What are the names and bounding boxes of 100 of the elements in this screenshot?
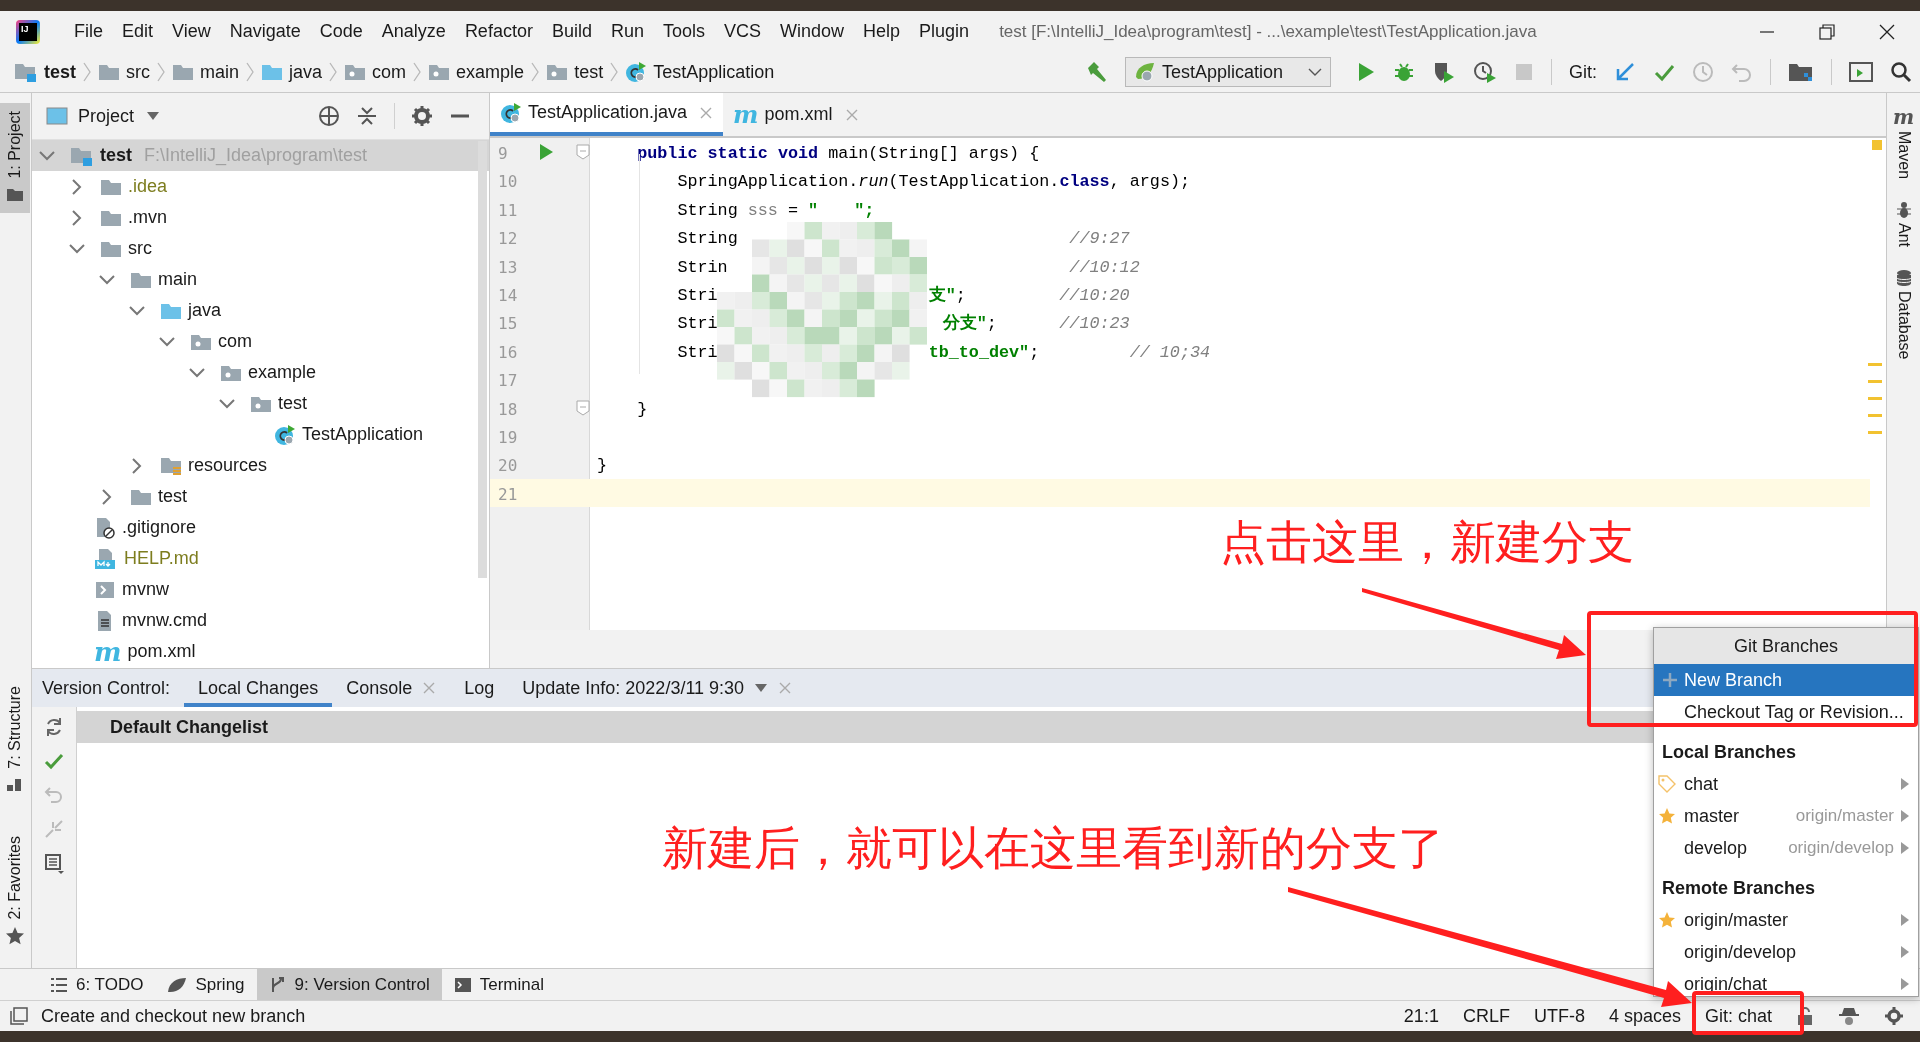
crosshair-icon[interactable] (318, 105, 340, 127)
tree-item[interactable]: test (32, 481, 489, 512)
menu-item[interactable]: Analyze (381, 18, 446, 45)
tool-window-tab[interactable]: 2: Favorites (0, 828, 30, 954)
editor-tab[interactable]: m pom.xml (723, 93, 869, 136)
profiler-icon[interactable] (1473, 60, 1497, 84)
tool-window-button[interactable]: Spring (155, 969, 257, 1000)
status-bar-item[interactable]: UTF-8 (1533, 1002, 1585, 1030)
menu-item[interactable]: Run (610, 18, 644, 45)
tree-item[interactable]: src (32, 233, 489, 264)
menu-item[interactable]: Help (863, 18, 901, 45)
inspector-icon[interactable] (1838, 1006, 1860, 1026)
tree-item[interactable]: example (32, 357, 489, 388)
window-title: test [F:\IntelliJ_Idea\program\test] - ...\example\test\TestApplication.java (999, 20, 1537, 43)
tree-item[interactable]: test (32, 388, 489, 419)
status-bar-item[interactable]: CRLF (1462, 1002, 1510, 1030)
bug-icon[interactable] (1393, 61, 1415, 83)
editor-tab[interactable]: TestApplication.java (490, 93, 724, 136)
update-arrow-icon[interactable] (1614, 61, 1636, 83)
branch-item[interactable]: chat (1654, 768, 1918, 800)
breadcrumb-item[interactable]: src (126, 58, 150, 86)
revert-icon[interactable] (1731, 61, 1753, 83)
breadcrumb-item[interactable]: java (289, 58, 323, 86)
close-icon[interactable] (1878, 22, 1896, 41)
breadcrumb-item[interactable]: example (456, 58, 525, 86)
tool-window-tab[interactable]: Ant (1891, 201, 1916, 248)
search-icon[interactable] (1890, 61, 1912, 83)
changelist-icon[interactable] (44, 853, 64, 875)
status-toggle-icon[interactable] (10, 1007, 28, 1025)
fold-marker-icon[interactable] (576, 399, 590, 416)
fold-marker-icon[interactable] (576, 144, 590, 160)
branch-item[interactable]: origin/chat (1654, 968, 1918, 996)
branch-item[interactable]: origin/develop (1654, 936, 1918, 968)
leaf-icon (167, 975, 188, 994)
tree-item[interactable]: HELP.md (32, 543, 489, 574)
code-token: Strin (677, 256, 728, 279)
tool-window-tab[interactable]: 1: Project (0, 103, 30, 213)
tree-item[interactable]: com (32, 326, 489, 357)
breadcrumb-item[interactable]: test (574, 58, 604, 86)
terminal-window-icon[interactable] (1849, 61, 1873, 83)
panel-tab[interactable]: Update Info: 2022/3/11 9:30 (508, 669, 807, 707)
run-icon[interactable] (1356, 61, 1376, 83)
tree-item[interactable]: mvnw.cmd (32, 605, 489, 636)
panel-tab[interactable]: Console (332, 669, 451, 707)
status-bar-item[interactable]: 4 spaces (1608, 1002, 1681, 1030)
coverage-icon[interactable] (1432, 60, 1456, 84)
status-bar-item[interactable]: 21:1 (1403, 1002, 1439, 1030)
shelve-icon[interactable] (44, 819, 64, 839)
tree-item[interactable]: m pom.xml (32, 636, 489, 667)
menu-item[interactable]: View (172, 18, 211, 45)
code-token: String (677, 199, 738, 222)
run-gutter-icon[interactable] (538, 143, 554, 161)
menu-item[interactable]: Refactor (464, 18, 533, 45)
tool-window-tab[interactable]: m Maven (1891, 107, 1916, 180)
scrollbar-thumb[interactable] (478, 141, 487, 578)
menu-item[interactable]: Window (780, 18, 845, 45)
project-structure-icon[interactable] (1788, 61, 1814, 83)
run-configuration-dropdown[interactable]: TestApplication (1125, 57, 1331, 87)
project-view-dropdown[interactable]: Project (78, 102, 161, 130)
lock-icon[interactable] (1796, 1006, 1814, 1026)
panel-tab[interactable]: Log (450, 669, 509, 707)
breadcrumb-item[interactable]: com (372, 58, 407, 86)
menu-item[interactable]: Tools (662, 18, 705, 45)
branch-item[interactable]: develop origin/develop (1654, 832, 1918, 864)
tree-item[interactable]: java (32, 295, 489, 326)
breadcrumb-item[interactable]: TestApplication (653, 58, 775, 86)
tree-item[interactable]: TestApplication (32, 419, 489, 450)
settings-icon[interactable] (411, 105, 433, 127)
breadcrumb-item[interactable]: test (44, 58, 76, 86)
refresh-icon[interactable] (44, 717, 64, 737)
tree-item[interactable]: mvnw (32, 574, 489, 605)
menu-item[interactable]: Build (551, 18, 592, 45)
branch-item[interactable]: origin/master (1654, 904, 1918, 936)
restore-icon[interactable] (1818, 22, 1836, 41)
status-bar-item[interactable]: Git: chat (1704, 1002, 1772, 1030)
code-token: 支" (928, 284, 956, 307)
menu-item[interactable]: Navigate (229, 18, 301, 45)
menu-item[interactable]: Edit (122, 18, 154, 45)
menu-item[interactable]: File (74, 18, 103, 45)
panel-tab[interactable]: Local Changes (184, 669, 333, 707)
settings-icon[interactable] (1884, 1006, 1904, 1026)
tree-item[interactable]: resources (32, 450, 489, 481)
history-icon[interactable] (1692, 61, 1714, 83)
revert-icon[interactable] (44, 785, 64, 805)
menu-item[interactable]: VCS (724, 18, 761, 45)
tool-window-button[interactable]: Terminal (441, 969, 556, 1000)
tree-item[interactable]: .gitignore (32, 512, 489, 543)
tool-window-button[interactable]: 6: TODO (38, 969, 156, 1000)
tool-window-button[interactable]: 9: Version Control (256, 969, 442, 1000)
checkmark-icon[interactable] (44, 751, 64, 771)
menu-item[interactable]: Plugin (919, 18, 970, 45)
branch-item[interactable]: master origin/master (1654, 800, 1918, 832)
collapse-all-icon[interactable] (356, 105, 378, 127)
menu-item[interactable]: Code (319, 18, 363, 45)
tree-item[interactable]: .idea (32, 171, 489, 202)
breadcrumb-item[interactable]: main (200, 58, 240, 86)
tree-item[interactable]: main (32, 264, 489, 295)
tool-window-tab[interactable]: 7: Structure (0, 678, 30, 803)
tree-item[interactable]: .mvn (32, 202, 489, 233)
tool-window-tab[interactable]: Database (1891, 269, 1916, 360)
